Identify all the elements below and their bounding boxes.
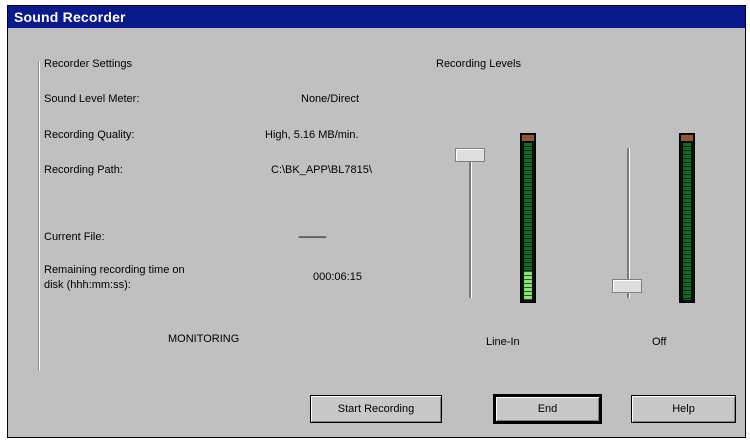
recording-path-label: Recording Path:	[44, 164, 123, 176]
off-slider-track[interactable]	[627, 148, 630, 298]
line-in-slider-track[interactable]	[469, 148, 472, 298]
remaining-time-label-line2: disk (hhh:mm:ss):	[44, 279, 131, 291]
current-file-value: ----------------	[298, 231, 327, 243]
sound-level-meter-label: Sound Level Meter:	[44, 93, 140, 105]
sound-level-meter-value: None/Direct	[301, 93, 360, 105]
help-button[interactable]: Help	[631, 395, 736, 423]
line-in-level-meter	[520, 133, 536, 303]
status-text: MONITORING	[168, 333, 240, 345]
off-slider-thumb[interactable]	[612, 279, 642, 293]
end-button[interactable]: End	[493, 394, 602, 424]
sound-recorder-window: Sound Recorder Recorder Settings Sound L…	[7, 5, 746, 438]
remaining-time-value: 000:06:15	[313, 271, 362, 283]
remaining-time-label-line1: Remaining recording time on	[44, 264, 185, 276]
start-recording-button[interactable]: Start Recording	[310, 395, 442, 423]
off-label: Off	[652, 336, 667, 348]
recording-quality-label: Recording Quality:	[44, 129, 135, 141]
recording-levels-header: Recording Levels	[436, 58, 521, 70]
current-file-label: Current File:	[44, 231, 105, 243]
off-level-meter	[679, 133, 695, 303]
line-in-level-lit	[524, 272, 532, 300]
group-divider	[38, 61, 39, 371]
window-title: Sound Recorder	[14, 9, 126, 25]
recording-quality-value: High, 5.16 MB/min.	[265, 129, 359, 141]
title-bar[interactable]: Sound Recorder	[8, 6, 745, 28]
line-in-label: Line-In	[486, 336, 520, 348]
line-in-slider-thumb[interactable]	[455, 148, 485, 162]
recorder-settings-header: Recorder Settings	[44, 58, 133, 70]
recording-path-value: C:\BK_APP\BL7815\	[271, 164, 372, 176]
